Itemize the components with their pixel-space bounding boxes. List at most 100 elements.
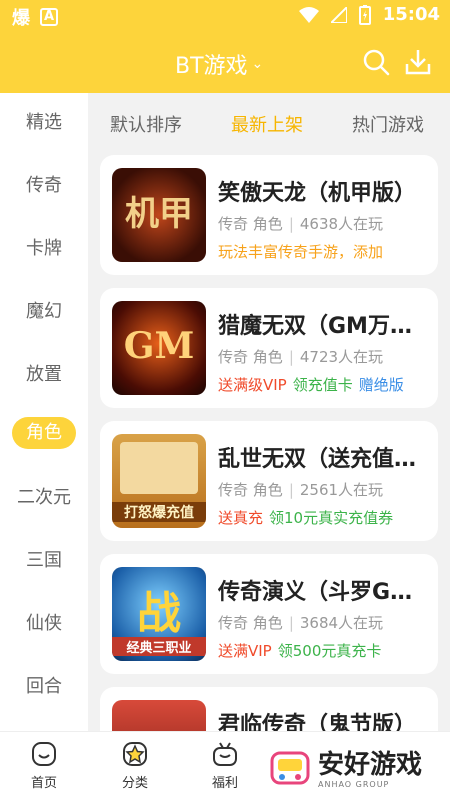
tab-hot-games[interactable]: 热门游戏 bbox=[352, 111, 424, 137]
player-count: 3684人在玩 bbox=[299, 614, 384, 632]
thumbnail-art-text: 经典三职业 bbox=[112, 637, 206, 656]
promo-tag: 送满级VIP bbox=[218, 376, 287, 394]
chevron-down-icon: ⌄ bbox=[251, 56, 264, 72]
game-thumbnail: 机甲 bbox=[112, 168, 206, 262]
game-name: 传奇演义（斗罗GM版） bbox=[218, 580, 428, 605]
divider: | bbox=[288, 614, 294, 632]
title-dropdown[interactable]: BT游戏 ⌄ bbox=[175, 48, 263, 80]
promo-tag: 送满VIP bbox=[218, 642, 272, 660]
page-title: BT游戏 bbox=[175, 54, 248, 79]
signal-icon bbox=[330, 6, 347, 23]
game-category: 传奇 bbox=[218, 481, 249, 499]
game-meta: 传奇 角色 | 4723人在玩 bbox=[218, 346, 383, 367]
game-subcategory: 角色 bbox=[252, 481, 283, 499]
thumbnail-art-text: 打怒爆充值 bbox=[112, 502, 206, 522]
sidebar-item-label: 卡牌 bbox=[26, 238, 62, 259]
game-subcategory: 角色 bbox=[252, 614, 283, 632]
sidebar-item-label: 二次元 bbox=[17, 487, 71, 508]
wifi-icon bbox=[298, 6, 319, 23]
thumbnail-art-text: GM bbox=[123, 325, 195, 367]
nav-label: 分类 bbox=[121, 776, 148, 791]
thumbnail-glyph: 战 bbox=[137, 588, 181, 639]
game-subcategory: 角色 bbox=[252, 215, 283, 233]
category-icon bbox=[123, 742, 147, 766]
thumbnail-panel bbox=[120, 442, 198, 494]
game-subcategory: 角色 bbox=[252, 348, 283, 366]
sidebar-item-label: 三国 bbox=[26, 550, 62, 571]
tab-newest[interactable]: 最新上架 bbox=[231, 111, 303, 137]
category-sidebar: 精选 传奇 卡牌 魔幻 放置 角色 二次元 三国 仙侠 回合 bbox=[0, 93, 88, 731]
watermark: 安好游戏 ANHAO GROUP bbox=[268, 742, 448, 796]
promo-tag: 领充值卡 bbox=[292, 376, 353, 394]
sidebar-item-label: 精选 bbox=[26, 112, 62, 133]
player-count: 4638人在玩 bbox=[299, 215, 384, 233]
sidebar-item-jingxuan[interactable]: 精选 bbox=[0, 103, 88, 143]
sidebar-item-chuanqi[interactable]: 传奇 bbox=[0, 166, 88, 206]
sidebar-item-label: 仙侠 bbox=[26, 613, 62, 634]
game-thumbnail bbox=[112, 700, 206, 731]
promo-tag: 玩法丰富传奇手游，添加 bbox=[218, 243, 384, 261]
sidebar-item-label: 放置 bbox=[26, 364, 62, 385]
game-list: 机甲 笑傲天龙（机甲版） 传奇 角色 | 4638人在玩 玩法丰富传奇手游，添加 G… bbox=[88, 153, 450, 731]
game-meta: 传奇 角色 | 2561人在玩 bbox=[218, 479, 383, 500]
watermark-subtitle: ANHAO GROUP bbox=[318, 779, 390, 789]
game-card[interactable]: 打怒爆充值 乱世无双（送充值卡） 传奇 角色 | 2561人在玩 送真充 领10元真实… bbox=[100, 421, 438, 541]
title-bar: BT游戏 ⌄ bbox=[0, 38, 450, 86]
promo-tag: 送真充 bbox=[218, 509, 264, 527]
status-badge: A bbox=[40, 8, 59, 26]
sidebar-item-xianxia[interactable]: 仙侠 bbox=[0, 604, 88, 644]
search-icon[interactable] bbox=[362, 48, 390, 76]
game-tags: 玩法丰富传奇手游，添加 bbox=[218, 241, 428, 262]
sidebar-item-kapai[interactable]: 卡牌 bbox=[0, 229, 88, 269]
status-bar: 爆 A 15:04 bbox=[0, 0, 450, 32]
promo-tag: 领10元真实充值券 bbox=[269, 509, 394, 527]
nav-label: 福利 bbox=[211, 776, 238, 791]
game-thumbnail: GM bbox=[112, 301, 206, 395]
sidebar-item-erciyuan[interactable]: 二次元 bbox=[0, 478, 88, 518]
sidebar-item-label: 传奇 bbox=[26, 175, 62, 196]
sidebar-item-juese[interactable]: 角色 bbox=[0, 413, 88, 453]
thumbnail-art-text: 机甲 bbox=[125, 194, 193, 234]
game-category: 传奇 bbox=[218, 348, 249, 366]
game-card[interactable]: 机甲 笑傲天龙（机甲版） 传奇 角色 | 4638人在玩 玩法丰富传奇手游，添加 bbox=[100, 155, 438, 275]
divider: | bbox=[288, 215, 294, 233]
gift-icon bbox=[213, 742, 237, 766]
nav-category[interactable]: 分类 bbox=[105, 740, 165, 791]
game-card[interactable]: 君临传奇（鬼节版） bbox=[100, 687, 438, 731]
game-name: 君临传奇（鬼节版） bbox=[218, 713, 417, 731]
sidebar-item-mohuan[interactable]: 魔幻 bbox=[0, 292, 88, 332]
game-name: 乱世无双（送充值卡） bbox=[218, 447, 428, 472]
gamepad-logo-icon bbox=[270, 751, 310, 785]
promo-tag: 领500元真充卡 bbox=[277, 642, 382, 660]
divider: | bbox=[288, 348, 294, 366]
nav-home[interactable]: 首页 bbox=[14, 740, 74, 791]
player-count: 2561人在玩 bbox=[299, 481, 384, 499]
promo-tag: 赠绝版 bbox=[358, 376, 404, 394]
game-card[interactable]: 战 经典三职业 传奇演义（斗罗GM版） 传奇 角色 | 3684人在玩 送满VIP 领… bbox=[100, 554, 438, 674]
game-thumbnail: 战 经典三职业 bbox=[112, 567, 206, 661]
sidebar-item-huihe[interactable]: 回合 bbox=[0, 667, 88, 707]
sidebar-item-fangzhi[interactable]: 放置 bbox=[0, 355, 88, 395]
tab-default-sort[interactable]: 默认排序 bbox=[110, 111, 182, 137]
game-category: 传奇 bbox=[218, 215, 249, 233]
divider: | bbox=[288, 481, 294, 499]
sort-tabs: 默认排序 最新上架 热门游戏 bbox=[88, 93, 450, 153]
status-app-glyph: 爆 bbox=[12, 8, 30, 29]
game-tags: 送满VIP 领500元真充卡 bbox=[218, 640, 428, 661]
sidebar-item-label: 回合 bbox=[26, 676, 62, 697]
home-icon bbox=[32, 742, 56, 766]
game-card[interactable]: GM 猎魔无双（GM万充版） 传奇 角色 | 4723人在玩 送满级VIP 领充值卡赠… bbox=[100, 288, 438, 408]
app-header: 爆 A 15:04 BT游戏 ⌄ bbox=[0, 0, 450, 93]
battery-icon bbox=[358, 4, 371, 25]
game-category: 传奇 bbox=[218, 614, 249, 632]
player-count: 4723人在玩 bbox=[299, 348, 384, 366]
download-icon[interactable] bbox=[404, 48, 432, 76]
nav-label: 首页 bbox=[30, 776, 57, 791]
sidebar-item-label: 魔幻 bbox=[26, 301, 62, 322]
nav-welfare[interactable]: 福利 bbox=[195, 740, 255, 791]
status-time: 15:04 bbox=[382, 4, 440, 25]
watermark-title: 安好游戏 bbox=[318, 749, 423, 780]
game-name: 笑傲天龙（机甲版） bbox=[218, 181, 417, 206]
game-tags: 送真充 领10元真实充值券 bbox=[218, 507, 428, 528]
sidebar-item-sanguo[interactable]: 三国 bbox=[0, 541, 88, 581]
